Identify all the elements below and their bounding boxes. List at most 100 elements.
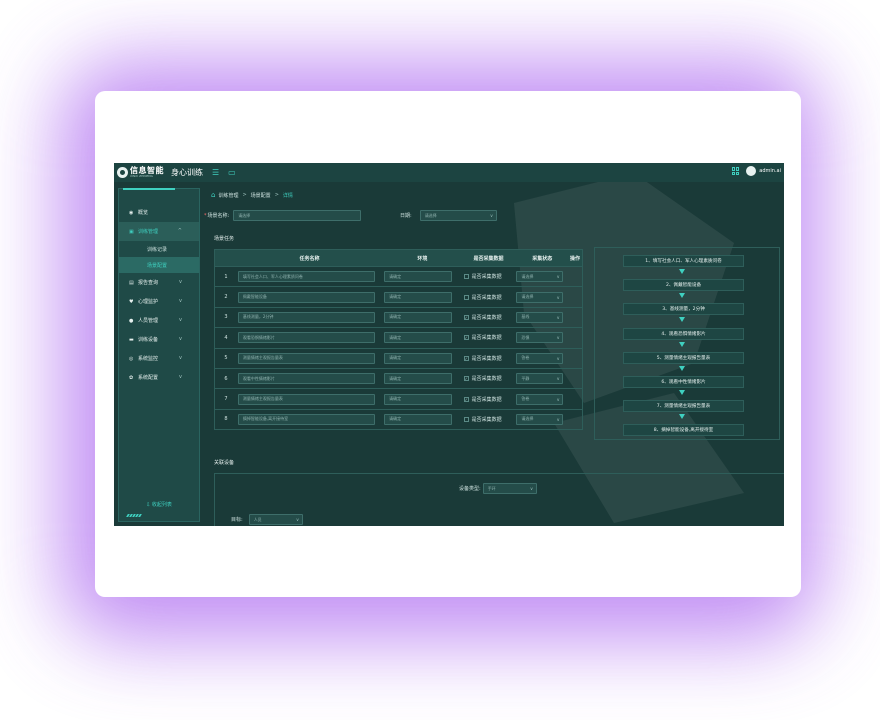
env-input[interactable]: 请确定: [384, 413, 453, 425]
env-input[interactable]: 请确定: [384, 291, 453, 303]
sidebar-item-devices[interactable]: ▬ 训练设备 v: [119, 330, 199, 349]
task-name-input[interactable]: 基线测量，2分钟: [237, 311, 375, 323]
sidebar-item-sys-config[interactable]: ✿ 系统配置 v: [119, 368, 199, 387]
column-header: 环境: [417, 255, 428, 262]
chevron-down-icon: v: [557, 416, 560, 422]
task-table: 任务名称 环境 是否采集数据 采集状态 操作 1 填写社会人口、军人心理素质问卷请…: [214, 249, 583, 431]
task-name-input[interactable]: 测量情绪主观报告量表: [237, 352, 375, 364]
status-value: 请选择: [521, 273, 534, 279]
user-name[interactable]: admin.ai: [759, 168, 781, 174]
logo[interactable]: 信息智能 XINXI ZHINENG: [117, 167, 164, 178]
sidebar-subitem-scene-config[interactable]: 场景配置: [119, 257, 199, 273]
sidebar-item-training[interactable]: ▣ 训练管理 ^: [119, 222, 199, 241]
breadcrumb-separator: >: [274, 192, 279, 198]
collapse-sidebar-button[interactable]: ⇩ 收起列表: [119, 501, 199, 508]
env-input[interactable]: 请确定: [384, 373, 453, 385]
task-name-input[interactable]: 摘掉智能设备,离开接待室: [237, 413, 375, 425]
status-select[interactable]: 请选择 v: [516, 291, 564, 303]
status-select[interactable]: 答卷 v: [516, 352, 564, 364]
sidebar-nav: ◉ 概览 ▣ 训练管理 ^ 训练记录 场景配置 ▤ 报告查询 v ♥ 心理监护 …: [119, 203, 199, 387]
task-name-input[interactable]: 观看中性情绪影片: [237, 373, 375, 385]
sidebar-item-sys-monitor[interactable]: ◎ 系统监控 v: [119, 349, 199, 368]
sidebar-item-label: 概览: [138, 210, 149, 216]
app-title: 身心训练: [171, 168, 203, 177]
env-value: 请确定: [389, 294, 402, 300]
scene-name-input[interactable]: 请选择: [233, 210, 362, 221]
column-header: 操作: [570, 255, 581, 262]
home-icon[interactable]: ⌂: [211, 191, 215, 199]
breadcrumb-item[interactable]: 场景配置: [251, 192, 271, 199]
status-select[interactable]: 请选择 v: [516, 413, 564, 425]
task-name-input[interactable]: 观看恐惧情绪影片: [237, 332, 375, 344]
env-input[interactable]: 请确定: [384, 332, 453, 344]
task-name-value: 摘掉智能设备,离开接待室: [242, 416, 289, 422]
sidebar-subitem-records[interactable]: 训练记录: [119, 241, 199, 257]
status-select[interactable]: 答卷 v: [516, 393, 564, 405]
sidebar-item-people[interactable]: ● 人员管理 v: [119, 311, 199, 330]
column-header: 是否采集数据: [473, 255, 504, 262]
flow-step: 3、基线测量，2分钟: [623, 303, 744, 316]
date-label: 日期:: [400, 213, 412, 219]
chevron-down-icon: v: [179, 298, 182, 304]
status-select[interactable]: 平静 v: [516, 373, 564, 385]
table-row: 4 观看恐惧情绪影片 请确定 ✓ 是否采集数据 恐惧 v: [215, 327, 582, 347]
row-number: 4: [224, 334, 228, 341]
collect-checkbox[interactable]: [463, 274, 469, 280]
status-select[interactable]: 基线 v: [516, 311, 564, 323]
collect-checkbox[interactable]: [463, 416, 469, 422]
row-number: 1: [224, 273, 228, 280]
env-value: 请确定: [389, 416, 402, 422]
gear-icon: ✿: [129, 374, 134, 381]
chevron-down-icon: v: [530, 486, 533, 491]
collect-checkbox[interactable]: ✓: [463, 396, 469, 402]
env-input[interactable]: 请确定: [384, 271, 453, 283]
env-value: 请确定: [389, 334, 402, 340]
chevron-down-icon: v: [557, 314, 560, 320]
date-row: 日期: 请选择 v: [400, 210, 497, 221]
collect-checkbox[interactable]: ✓: [463, 335, 469, 341]
collect-label: 是否采集数据: [471, 376, 502, 383]
sidebar-item-label: 系统配置: [138, 375, 159, 381]
sidebar-item-report[interactable]: ▤ 报告查询 v: [119, 273, 199, 292]
sidebar-item-label: 训练设备: [138, 337, 159, 343]
target-select[interactable]: 人员 v: [248, 514, 303, 525]
task-name-input[interactable]: 测量情绪主观报告量表: [237, 393, 375, 405]
table-row: 2 佩戴智能设备 请确定 是否采集数据 请选择 v: [215, 286, 582, 306]
date-placeholder: 请选择: [424, 212, 437, 218]
collect-label: 是否采集数据: [471, 314, 502, 321]
chevron-down-icon: v: [179, 336, 182, 342]
scene-name-row: * 场景名称: 请选择: [204, 210, 362, 221]
monitor-icon[interactable]: ▭: [228, 168, 236, 177]
collect-checkbox[interactable]: ✓: [463, 376, 469, 382]
collect-label: 是否采集数据: [471, 274, 502, 281]
apps-grid-icon[interactable]: [732, 167, 740, 175]
task-name-value: 观看恐惧情绪影片: [242, 334, 275, 340]
table-row: 8 摘掉智能设备,离开接待室 请确定 是否采集数据 请选择 v: [215, 408, 582, 429]
status-select[interactable]: 恐惧 v: [516, 332, 564, 344]
breadcrumb-item[interactable]: 训练管理: [218, 192, 238, 199]
device-type-select[interactable]: 手环 v: [482, 483, 537, 494]
menu-toggle-icon[interactable]: ☰: [212, 168, 219, 177]
flow-step: 1、填写社会人口、军人心理素质问卷: [623, 255, 744, 267]
logo-icon: [117, 167, 128, 178]
task-name-value: 测量情绪主观报告量表: [242, 396, 283, 402]
collect-label: 是否采集数据: [471, 355, 502, 362]
task-name-input[interactable]: 填写社会人口、军人心理素质问卷: [237, 271, 375, 283]
tasks-section-title: 场景任务: [214, 236, 235, 242]
collect-checkbox[interactable]: ✓: [463, 314, 469, 320]
env-input[interactable]: 请确定: [384, 393, 453, 405]
sidebar-item-label: 训练管理: [138, 229, 159, 235]
avatar[interactable]: [746, 166, 757, 176]
chevron-down-icon: v: [179, 355, 182, 361]
sidebar-item-overview[interactable]: ◉ 概览: [119, 203, 199, 222]
status-value: 基线: [521, 314, 530, 320]
sidebar-item-psych[interactable]: ♥ 心理监护 v: [119, 292, 199, 311]
status-select[interactable]: 请选择 v: [516, 271, 564, 283]
collect-label: 是否采集数据: [471, 335, 502, 342]
collect-checkbox[interactable]: ✓: [463, 355, 469, 361]
date-select[interactable]: 请选择 v: [419, 210, 497, 221]
collect-checkbox[interactable]: [463, 294, 469, 300]
env-input[interactable]: 请确定: [384, 352, 453, 364]
task-name-input[interactable]: 佩戴智能设备: [237, 291, 375, 303]
env-input[interactable]: 请确定: [384, 311, 453, 323]
